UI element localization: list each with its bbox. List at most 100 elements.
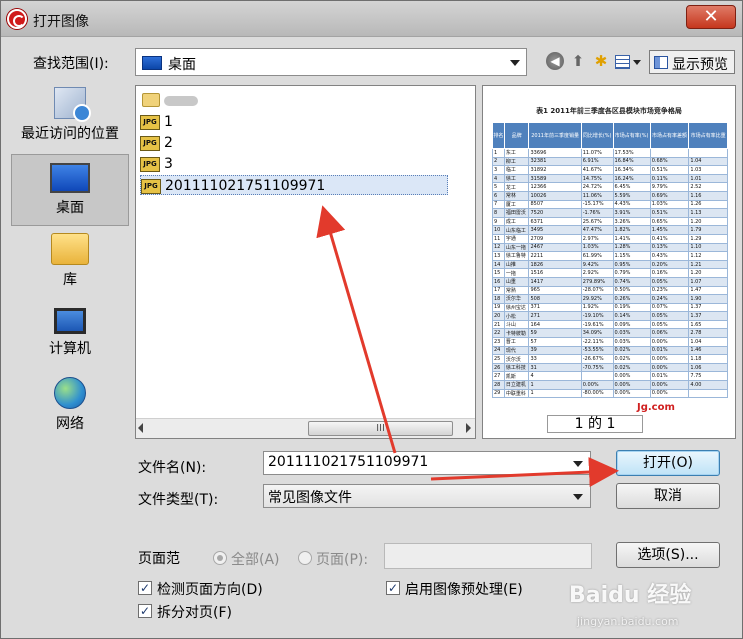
list-item[interactable] [140,90,220,110]
preview-table-cell: 0.26% [612,294,651,304]
new-folder-icon[interactable]: ✱ [591,52,611,72]
preview-table-row: 5 龙工 12366 24.72% 6.45% 9.79% 2.52 [492,182,728,192]
preview-table-cell: 0.79% [612,268,651,278]
preview-table-cell: 沃尔华 [503,294,530,304]
preview-table-row: 23 晋工 57 -22.11% 0.03% 0.00% 1.04 [492,337,728,347]
preview-document: 表1 2011年前三季度各区县模块市场竞争格局 排名 品牌 2011年前三季度销量同… [487,90,731,420]
preview-table-cell: 0.05% [649,276,690,287]
preview-table-cell: 常熟 [503,285,530,296]
view-menu-button[interactable] [615,52,641,72]
place-network[interactable]: 网络 [11,377,129,439]
chevron-down-icon[interactable] [573,461,583,467]
preview-table-cell: 斗山 [503,319,530,330]
place-library[interactable]: 库 [11,233,129,295]
split-pages-checkbox[interactable]: ✓ [138,604,152,618]
preview-table-cell: 1.01 [688,173,728,184]
preview-table-cell: 16.24% [612,173,651,184]
preview-table-cell: 20 [492,311,505,321]
preview-table-cell: 31 [528,362,582,373]
look-in-dropdown[interactable]: 桌面 [135,48,527,76]
preview-table-cell: 0.41% [649,233,690,244]
file-list[interactable]: JPG 1 JPG 2 JPG 3 JPG 201111021751109971… [135,85,476,439]
place-desktop[interactable]: 桌面 [11,154,129,226]
preview-table-row: 29 中联重科 1 -80.00% 0.00% 0.00% [492,388,728,399]
preview-table-cell: -26.67% [580,354,614,364]
preview-table-cell: 6371 [528,216,582,227]
scroll-thumb[interactable]: III [308,421,453,436]
title-bar: 打开图像 ✕ [1,1,742,37]
detect-orientation-checkbox[interactable]: ✓ [138,581,152,595]
radio-page-range[interactable] [298,551,312,565]
preview-table-cell: 4.00 [688,380,728,390]
list-item[interactable]: JPG 1 [140,112,200,132]
filename-input[interactable]: 201111021751109971 [263,451,591,475]
cancel-button[interactable]: 取消 [616,483,720,509]
preview-table-cell: 徐工科技 [503,362,530,373]
preview-table-cell: 0.02% [612,345,651,356]
preview-table-cell: -15.17% [580,199,614,210]
preview-table-cell: 1826 [528,259,582,270]
preview-table-cell: 柳工 [503,156,530,167]
radio-pages-label: 页面(P): [316,552,369,568]
preview-table-cell: 31892 [528,165,582,175]
preview-table-header: 2011年前三季度销量 [528,122,582,149]
preview-table-cell: 7520 [528,208,582,218]
filetype-value: 常见图像文件 [268,490,352,506]
preview-table-cell: 965 [528,285,582,296]
page-range-field[interactable] [384,543,592,569]
preview-table-cell: 临工 [503,165,530,175]
network-icon [54,377,86,409]
preview-table-cell: 29.92% [580,294,614,304]
preview-table-cell: 22 [492,328,505,339]
list-item[interactable]: JPG 2 [140,133,200,153]
up-folder-icon[interactable]: ⬆ [569,52,587,72]
preview-table-cell: 19 [492,302,505,313]
preview-table-cell: 1.90 [688,294,728,304]
preview-table-cell: 1.06 [688,362,728,373]
preview-table-cell: 厦工 [503,199,530,210]
back-icon[interactable]: ◀ [546,52,564,70]
preview-table-cell: 1516 [528,268,582,278]
place-computer[interactable]: 计算机 [11,306,129,368]
close-button[interactable]: ✕ [686,5,736,29]
preview-table-cell: 1.37 [688,302,728,313]
preview-table-cell: 0.20% [649,259,690,270]
list-item-selected[interactable]: JPG 201111021751109971 [140,175,448,195]
preview-table-cell: 0.00% [649,354,690,364]
preview-table-cell: 1.92% [580,302,614,313]
filetype-label: 文件类型(T): [138,492,219,508]
preprocess-checkbox[interactable]: ✓ [386,581,400,595]
preview-table-cell: 1.79 [688,225,728,235]
preview-table-row: 20 小松 271 -19.10% 0.14% 0.05% 1.37 [492,311,728,321]
preview-table-row: 24 现代 39 -53.55% 0.02% 0.01% 1.46 [492,345,728,356]
preview-table-cell: 9.79% [649,182,690,192]
preview-table-cell: 21 [492,319,505,330]
file-name: 201111021751109971 [165,178,326,194]
preview-table-cell: 3.26% [612,216,651,227]
filetype-select[interactable]: 常见图像文件 [263,484,591,508]
preview-table-cell: 1.46 [688,345,728,356]
preview-table-header: 同比增长(%) [580,122,614,149]
radio-all-pages[interactable] [213,551,227,565]
preview-table-cell: 1.45% [649,225,690,235]
preview-table-row: 11 宇通 2709 2.97% 1.41% 0.41% 1.29 [492,233,728,244]
computer-icon [54,308,86,334]
list-item[interactable]: JPG 3 [140,154,200,174]
preview-table-header: 市场占有率比重 [688,122,728,149]
preview-table-cell: 0.65% [649,216,690,227]
preview-table-cell: 279.89% [580,276,614,287]
show-preview-button[interactable]: 显示预览 [649,50,735,74]
preview-table-cell: 山东临工 [503,225,530,235]
horizontal-scrollbar[interactable]: III [136,418,475,438]
jpg-file-icon: JPG [140,115,160,130]
preview-table-row: 16 山重 1417 279.89% 0.74% 0.05% 1.07 [492,276,728,287]
scroll-right-icon[interactable] [466,423,471,433]
options-button[interactable]: 选项(S)... [616,542,720,568]
open-button[interactable]: 打开(O) [616,450,720,476]
preview-table-cell: 小松 [503,311,530,321]
preview-table-cell: 0.09% [612,319,651,330]
scroll-left-icon[interactable] [138,423,143,433]
preview-table-cell: 33696 [528,148,582,158]
place-recent[interactable]: 最近访问的位置 [11,85,129,155]
desktop-folder-icon [142,56,162,70]
